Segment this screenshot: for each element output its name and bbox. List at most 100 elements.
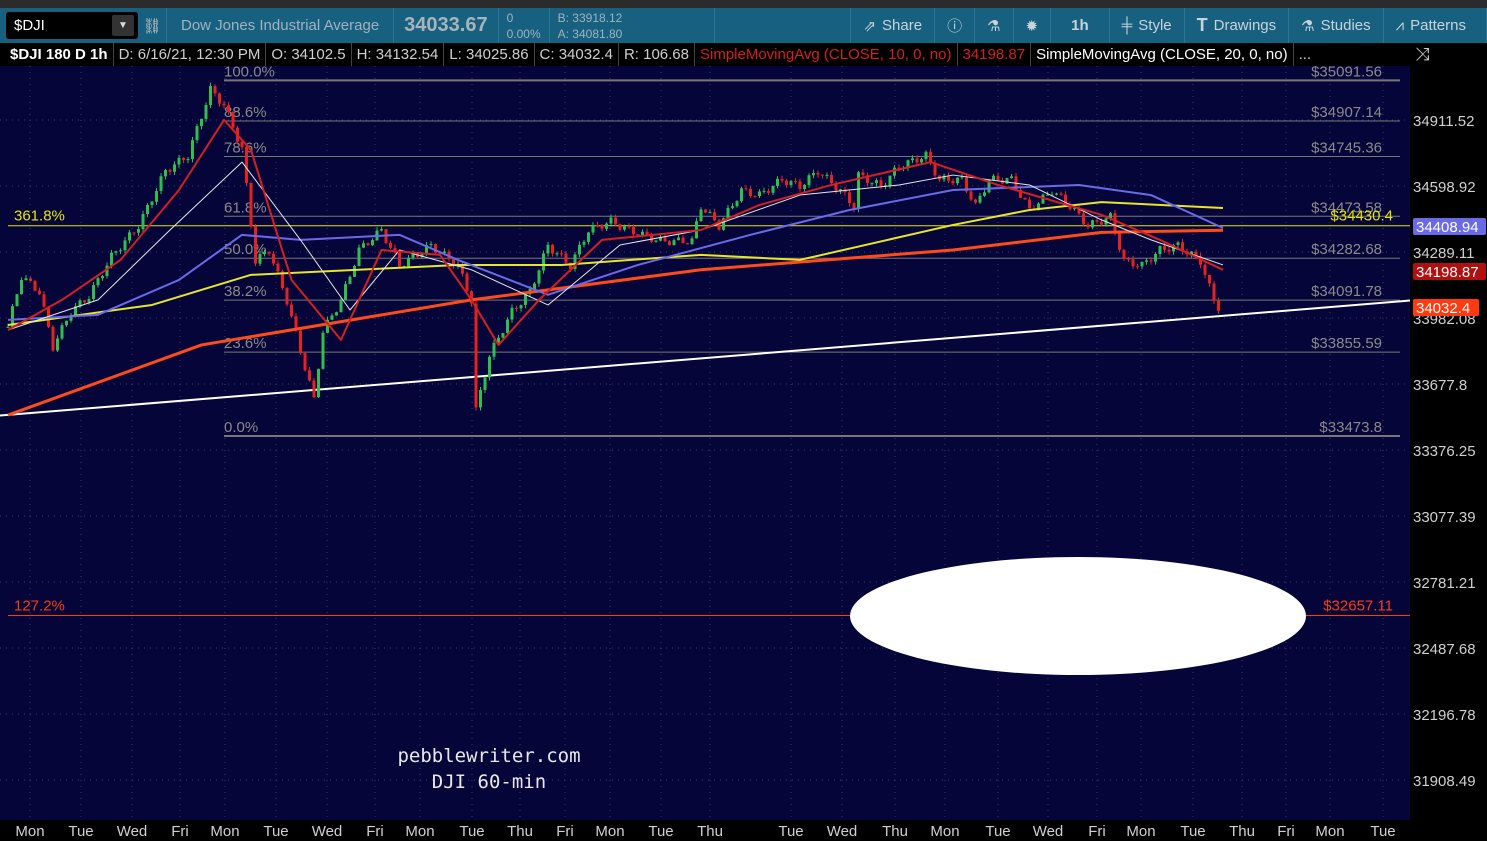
extension-level-price: $32657.11	[1323, 597, 1393, 614]
candle	[15, 293, 19, 307]
bar-open: O: 34102.5	[266, 43, 352, 66]
share-label: Share	[882, 17, 923, 34]
x-tick-label: Tue	[1370, 823, 1395, 840]
chevron-down-icon[interactable]: ▼	[112, 15, 134, 36]
fib-level-price: $33473.8	[1319, 419, 1382, 436]
candle	[254, 223, 257, 267]
link-icon[interactable]: ⛓	[138, 17, 166, 35]
candle	[542, 250, 545, 274]
y-tick-label: 32781.21	[1413, 575, 1476, 592]
settings-button[interactable]: ✹	[1014, 8, 1052, 43]
x-tick-label: Mon	[930, 823, 959, 840]
x-tick-label: Tue	[985, 823, 1010, 840]
x-tick-label: Thu	[697, 823, 723, 840]
candle	[1005, 177, 1009, 185]
share-icon: ⇗	[863, 17, 877, 35]
bar-low: L: 34025.86	[444, 43, 535, 66]
net-change: 0	[506, 10, 514, 25]
y-tick-label: 31908.49	[1413, 773, 1476, 790]
symbol-selector[interactable]: $DJI ▼	[6, 12, 138, 39]
candle	[488, 355, 491, 381]
y-tick-label: 32487.68	[1413, 641, 1476, 658]
candle	[717, 218, 721, 231]
x-tick-label: Fri	[1277, 823, 1295, 840]
candle	[1212, 280, 1216, 305]
share-button[interactable]: ⇗ Share	[851, 8, 936, 43]
drawings-button[interactable]: T Drawings	[1185, 8, 1290, 43]
candle	[285, 286, 289, 307]
candle	[303, 351, 307, 372]
patterns-button[interactable]: ⩘ Patterns	[1384, 8, 1487, 43]
bar-close: C: 34032.4	[535, 43, 619, 66]
flask-icon: ⚗	[987, 17, 1001, 35]
candle	[479, 386, 482, 411]
studies-button[interactable]: ⚗ Studies	[1289, 8, 1384, 43]
style-label: Style	[1138, 17, 1172, 34]
style-button[interactable]: ╪ Style	[1110, 8, 1185, 43]
candle	[335, 311, 338, 316]
x-tick-label: Thu	[507, 823, 533, 840]
flask-button[interactable]: ⚗	[975, 8, 1014, 43]
watermark-site: pebblewriter.com	[397, 745, 580, 767]
candle	[740, 186, 743, 203]
collapse-icon[interactable]: ⤨	[1415, 44, 1429, 65]
bar-range: R: 106.68	[619, 43, 695, 66]
x-tick-label: Wed	[1033, 823, 1064, 840]
candle	[191, 136, 194, 163]
fib-level-pct: 0.0%	[224, 419, 258, 436]
y-tick-label: 33077.39	[1413, 509, 1476, 526]
price-tag-label: 34032.4	[1416, 300, 1470, 317]
x-tick-label: Mon	[1126, 823, 1155, 840]
price-tag-label: 34198.87	[1416, 264, 1479, 281]
fib-level-price: $34907.14	[1311, 104, 1382, 121]
x-tick-label: Fri	[556, 823, 574, 840]
extension-level-pct: 361.8%	[14, 208, 65, 225]
x-tick-label: Fri	[171, 823, 189, 840]
candle	[317, 368, 320, 398]
candle	[60, 322, 64, 341]
x-tick-label: Fri	[366, 823, 384, 840]
plot-area	[0, 66, 1410, 820]
window-top-strip	[0, 0, 1487, 8]
candle	[398, 250, 401, 268]
x-tick-label: Tue	[68, 823, 93, 840]
studies-label: Studies	[1320, 17, 1371, 34]
sma20-label[interactable]: SimpleMovingAvg (CLOSE, 20, 0, no)	[1031, 43, 1294, 66]
info-icon: ⓘ	[947, 18, 963, 35]
x-tick-label: Tue	[459, 823, 484, 840]
symbol-value: $DJI	[14, 17, 45, 34]
patterns-label: Patterns	[1410, 17, 1466, 34]
chart-title: $DJI 180 D 1h	[0, 43, 114, 66]
x-tick-label: Mon	[15, 823, 44, 840]
bar-high: H: 34132.54	[352, 43, 445, 66]
y-tick-label: 34911.52	[1413, 113, 1474, 130]
last-price: 34033.67	[404, 14, 488, 36]
extension-level-pct: 127.2%	[14, 597, 65, 614]
info-button[interactable]: ⓘ	[935, 8, 976, 43]
bid: B: 33918.12	[557, 10, 623, 25]
x-tick-label: Tue	[1180, 823, 1205, 840]
candle	[209, 82, 212, 109]
y-tick-label: 32196.78	[1413, 707, 1476, 724]
x-tick-label: Wed	[827, 823, 858, 840]
price-chart[interactable]: 100.0%$35091.5688.6%$34907.1478.6%$34745…	[0, 0, 1487, 841]
drawings-label: Drawings	[1213, 17, 1277, 34]
candle	[312, 377, 316, 399]
interval-button[interactable]: 1h	[1051, 8, 1110, 43]
percent-change: 0.00%	[506, 26, 541, 41]
ask: A: 34081.80	[557, 26, 623, 41]
x-tick-label: Mon	[210, 823, 239, 840]
x-tick-label: Mon	[595, 823, 624, 840]
x-tick-label: Mon	[1315, 823, 1344, 840]
candle	[573, 252, 577, 272]
x-tick-label: Mon	[405, 823, 434, 840]
watermark-caption: DJI 60-min	[432, 771, 546, 793]
more-studies[interactable]: ...	[1294, 43, 1317, 66]
toolbar: $DJI ▼ ⛓ Dow Jones Industrial Average 340…	[0, 8, 1487, 43]
fib-level-price: $34745.36	[1311, 140, 1382, 157]
candle	[51, 325, 55, 352]
price-tag-label: 34408.94	[1416, 219, 1479, 236]
sma10-label[interactable]: SimpleMovingAvg (CLOSE, 10, 0, no)	[695, 43, 958, 66]
x-tick-label: Wed	[312, 823, 343, 840]
candle	[357, 244, 361, 267]
